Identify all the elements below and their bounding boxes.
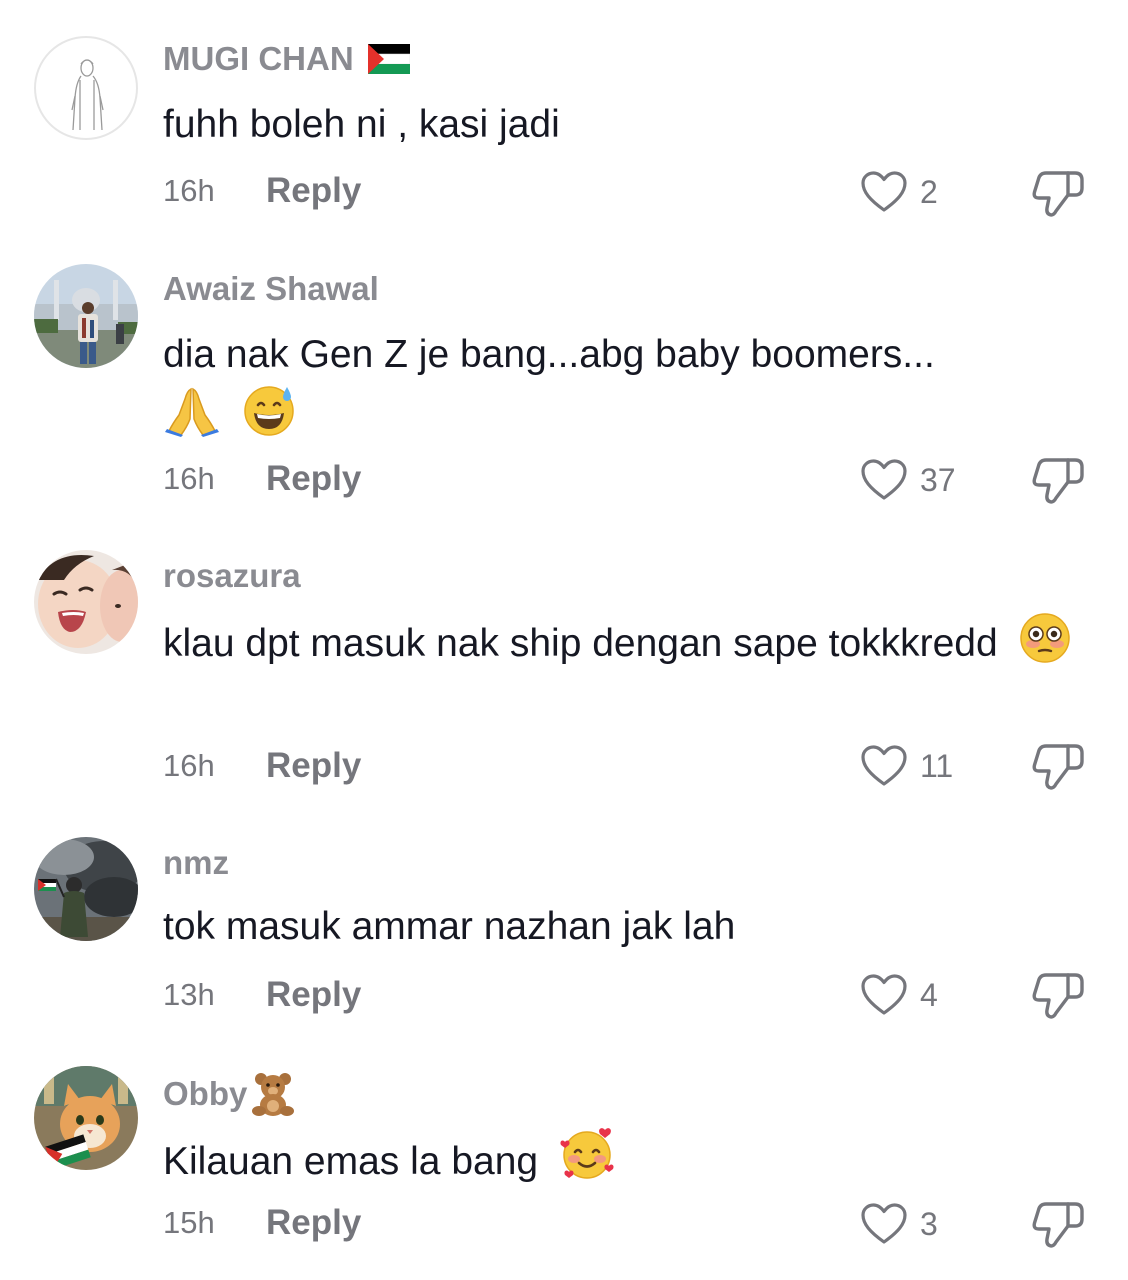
thumbs-down-icon xyxy=(1032,973,1084,1019)
reply-button[interactable]: Reply xyxy=(266,1203,361,1243)
like-button[interactable]: 37 xyxy=(860,456,956,504)
comment-timestamp: 15h xyxy=(163,1205,215,1240)
like-count: 2 xyxy=(920,173,938,210)
dislike-button[interactable] xyxy=(1030,741,1086,793)
like-button[interactable]: 3 xyxy=(860,1200,938,1248)
smiling-face-with-hearts-icon xyxy=(559,1126,617,1182)
teddy-bear-icon xyxy=(249,1071,297,1117)
comment-text: dia nak Gen Z je bang...abg baby boomers… xyxy=(163,326,1083,445)
reply-button[interactable]: Reply xyxy=(266,746,361,786)
like-count: 37 xyxy=(920,461,956,498)
user-avatar[interactable] xyxy=(34,264,138,368)
user-avatar[interactable] xyxy=(34,1066,138,1170)
user-avatar[interactable] xyxy=(34,837,138,941)
palestine-flag-icon xyxy=(367,44,410,74)
comment-text: klau dpt masuk nak ship dengan sape tokk… xyxy=(163,612,1083,672)
comment-text: fuhh boleh ni , kasi jadi xyxy=(163,103,560,146)
like-count: 4 xyxy=(920,976,938,1013)
user-avatar[interactable] xyxy=(34,36,138,140)
heart-icon xyxy=(861,974,907,1015)
comment-username[interactable]: rosazura xyxy=(163,557,301,595)
thumbs-down-icon xyxy=(1032,1202,1084,1248)
mosque-photo-avatar-icon xyxy=(34,264,138,368)
comment-username[interactable]: Obby xyxy=(163,1071,297,1117)
heart-icon xyxy=(861,745,907,786)
cat-photo-avatar-icon xyxy=(34,1066,138,1170)
thumbs-down-icon xyxy=(1032,744,1084,790)
reply-button[interactable]: Reply xyxy=(266,975,361,1015)
user-avatar[interactable] xyxy=(34,550,138,654)
reply-button[interactable]: Reply xyxy=(266,459,361,499)
folded-hands-icon xyxy=(163,385,221,437)
comment-username[interactable]: MUGI CHAN xyxy=(163,40,410,78)
thumbs-down-icon xyxy=(1032,171,1084,217)
dislike-button[interactable] xyxy=(1030,455,1086,507)
dislike-button[interactable] xyxy=(1030,970,1086,1022)
comment-username[interactable]: nmz xyxy=(163,844,229,882)
like-button[interactable]: 4 xyxy=(860,971,938,1019)
thumbs-down-icon xyxy=(1032,458,1084,504)
comment-text: Kilauan emas la bang xyxy=(163,1126,1083,1190)
comment-timestamp: 13h xyxy=(163,977,215,1012)
sketch-figure-avatar-icon xyxy=(71,59,104,131)
heart-icon xyxy=(861,171,907,212)
flushed-face-icon xyxy=(1019,612,1071,664)
grinning-sweat-icon xyxy=(242,383,296,437)
smoke-scene-avatar-icon xyxy=(34,837,138,941)
like-button[interactable]: 2 xyxy=(860,168,938,216)
like-button[interactable]: 11 xyxy=(860,742,953,790)
like-count: 11 xyxy=(920,747,954,784)
comment-timestamp: 16h xyxy=(163,748,215,783)
heart-icon xyxy=(861,459,907,500)
comment-text: tok masuk ammar nazhan jak lah xyxy=(163,905,736,948)
reply-button[interactable]: Reply xyxy=(266,171,361,211)
like-count: 3 xyxy=(920,1205,938,1242)
child-photo-avatar-icon xyxy=(34,550,138,654)
dislike-button[interactable] xyxy=(1030,1199,1086,1251)
heart-icon xyxy=(861,1203,907,1244)
comment-timestamp: 16h xyxy=(163,461,215,496)
comment-username[interactable]: Awaiz Shawal xyxy=(163,270,379,308)
comment-timestamp: 16h xyxy=(163,173,215,208)
dislike-button[interactable] xyxy=(1030,168,1086,220)
